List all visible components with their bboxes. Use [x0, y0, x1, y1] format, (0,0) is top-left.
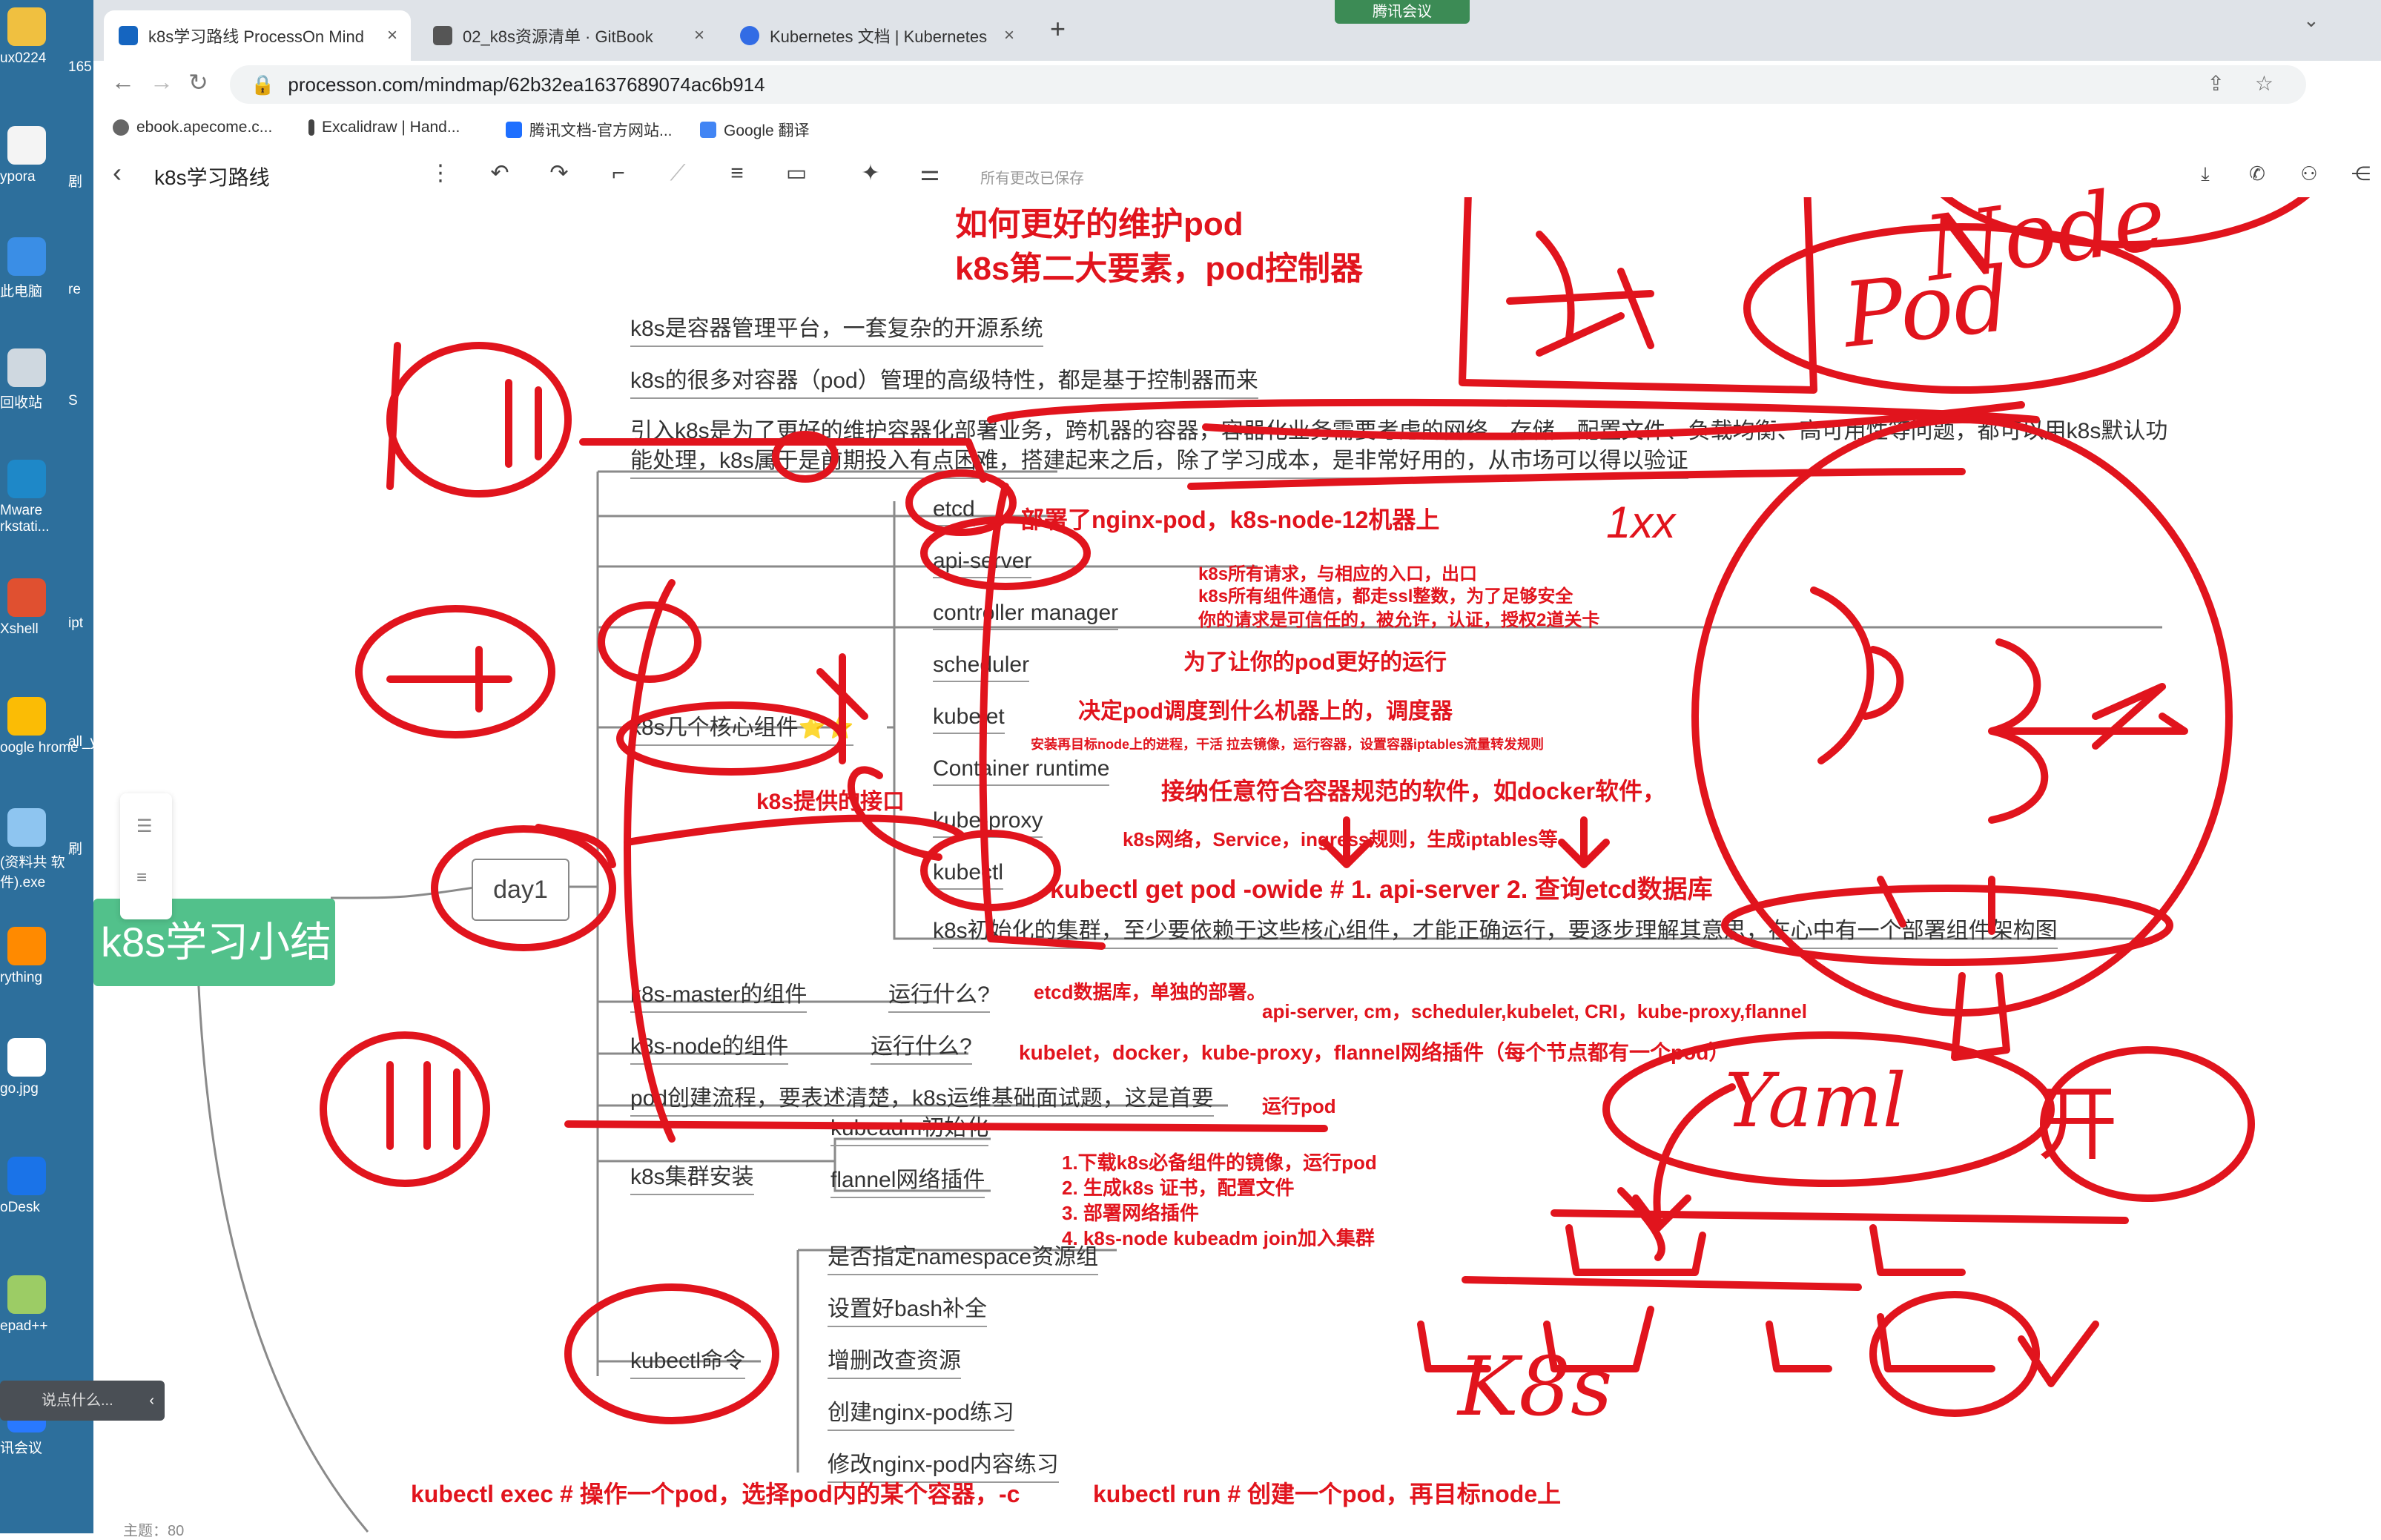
bookmarks-bar: ebook.apecome.c... Excalidraw | Hand... …	[93, 108, 2381, 151]
desktop-icon-label: re	[68, 282, 81, 297]
desktop-icon-label: S	[68, 393, 78, 409]
lock-icon: 🔒	[251, 73, 275, 96]
desktop-icon[interactable]: 回收站	[0, 348, 93, 412]
redo-icon[interactable]: ↷	[546, 160, 572, 187]
desktop-icon-label: 剧	[68, 174, 83, 190]
desktop-icon-label: 刷	[68, 842, 83, 857]
desktop-icon[interactable]: Mware rkstati...	[0, 460, 93, 535]
share-icon[interactable]: ⋲	[2348, 160, 2374, 187]
share-icon[interactable]: ⇪	[2207, 71, 2225, 96]
bookmark[interactable]: Google 翻译	[700, 119, 810, 141]
desktop-icon[interactable]: epad++	[0, 1275, 93, 1335]
tencent-docs-icon	[506, 122, 522, 138]
undo-icon[interactable]: ↶	[486, 160, 513, 187]
chevron-left-icon[interactable]: ‹	[149, 1381, 154, 1421]
frame-icon[interactable]: ▭	[783, 160, 810, 187]
magic-icon[interactable]: ✦	[857, 160, 884, 187]
url-input[interactable]: 🔒 processon.com/mindmap/62b32ea163768907…	[230, 65, 2306, 104]
collaborators-icon[interactable]: ⚇	[2296, 160, 2322, 187]
desktop-icon[interactable]: oDesk	[0, 1157, 93, 1216]
saved-status: 所有更改已保存	[980, 171, 1084, 187]
forward-arrow-icon[interactable]: →	[150, 68, 174, 96]
excalidraw-icon	[308, 119, 314, 136]
new-tab-button[interactable]: +	[1050, 13, 1066, 44]
processon-icon	[119, 26, 138, 45]
bookmark[interactable]: Excalidraw | Hand...	[308, 119, 460, 136]
back-arrow-icon[interactable]: ←	[111, 68, 135, 96]
close-icon[interactable]: ×	[1004, 25, 1014, 46]
desktop-icon-label: ipt	[68, 615, 84, 631]
download-icon[interactable]: ⤓	[2192, 160, 2219, 187]
phone-icon[interactable]: ✆	[2244, 160, 2271, 187]
back-icon[interactable]: ‹	[113, 157, 122, 188]
outline-icon[interactable]: ≡	[724, 160, 750, 187]
bookmark[interactable]: ebook.apecome.c...	[113, 119, 272, 136]
structure-icon[interactable]: ⚌	[917, 160, 943, 187]
tab-gitbook[interactable]: 02_k8s资源清单 · GitBook ×	[418, 10, 718, 61]
desktop-icon-label: 165	[68, 59, 92, 75]
close-icon[interactable]: ×	[387, 25, 397, 46]
star-icon[interactable]: ☆	[2255, 71, 2273, 96]
translate-icon	[700, 122, 716, 138]
browser-tab-bar: k8s学习路线 ProcessOn Mind × 02_k8s资源清单 · Gi…	[93, 0, 2381, 61]
more-icon[interactable]: ⋮	[427, 160, 454, 187]
desktop-icon[interactable]: rything	[0, 927, 93, 986]
book-icon	[433, 26, 452, 45]
hand-drawn-annotations	[320, 197, 2311, 1424]
globe-icon	[113, 119, 129, 136]
close-icon[interactable]: ×	[694, 25, 704, 46]
meeting-chat-input[interactable]: 说点什么... ‹	[0, 1381, 165, 1421]
reload-icon[interactable]: ↻	[188, 68, 208, 96]
desktop-strip: ux0224 ypora 此电脑 回收站 Mware rkstati... Xs…	[0, 0, 165, 1533]
desktop-icon[interactable]: go.jpg	[0, 1038, 93, 1097]
pen-icon[interactable]: ⟋	[664, 160, 691, 187]
desktop-icon[interactable]: ux0224	[0, 7, 93, 67]
kubernetes-icon	[740, 26, 759, 45]
chevron-down-icon[interactable]: ⌄	[2303, 9, 2319, 32]
bookmark[interactable]: 腾讯文档-官方网站...	[506, 119, 673, 141]
tab-processon[interactable]: k8s学习路线 ProcessOn Mind ×	[104, 10, 411, 61]
tab-kubernetes-docs[interactable]: Kubernetes 文档 | Kubernetes ×	[725, 10, 1028, 61]
document-title[interactable]: k8s学习路线	[154, 162, 270, 191]
mindmap-canvas[interactable]: k8s学习小结 ☰ ≡ day1 k8s是容器管理平台，一套复杂的开源系统 k8…	[93, 166, 2381, 1539]
meeting-badge[interactable]: 腾讯会议	[1335, 0, 1470, 24]
format-painter-icon[interactable]: ⌐	[605, 160, 632, 187]
